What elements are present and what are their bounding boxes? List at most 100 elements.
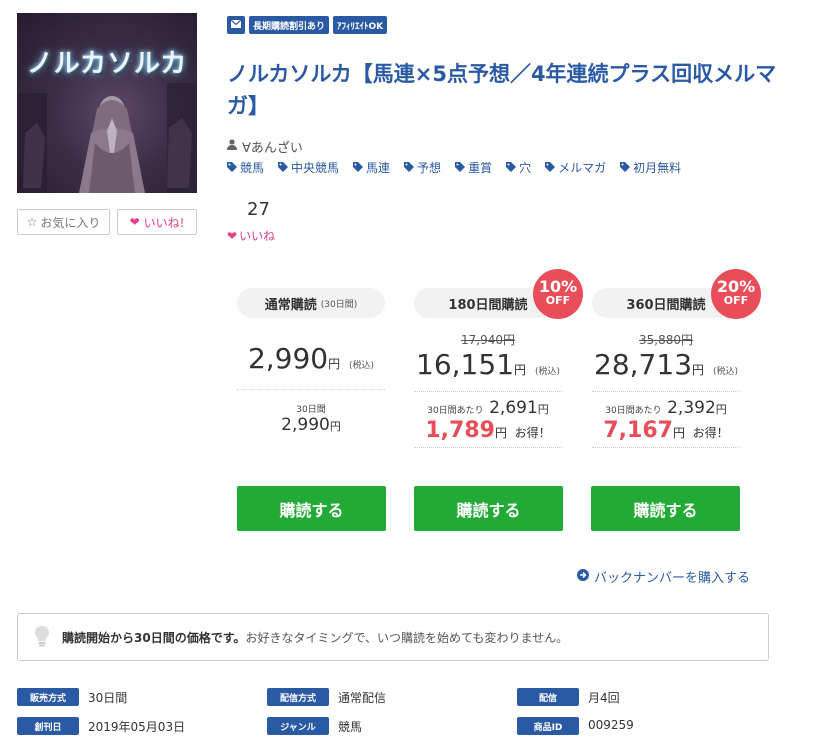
tag-item[interactable]: 初月無料: [620, 159, 681, 176]
tag-label[interactable]: 馬連: [366, 159, 390, 176]
meta-label-frequency: 配信: [517, 688, 579, 706]
yen-unit: 円: [329, 420, 341, 433]
tag-label[interactable]: 重賞: [468, 159, 492, 176]
tag-icon: [278, 161, 289, 175]
lightbulb-icon: [34, 625, 50, 650]
discount-badge-10: 10% OFF: [533, 269, 583, 319]
meta-value-product-id: 009259: [588, 718, 634, 732]
heart-icon: ❤: [227, 228, 238, 243]
per-period-price: 30日間あたり 2,691円: [414, 398, 562, 418]
notice-text: 購読開始から30日間の価格です。お好きなタイミングで、いつ購読を始めても変わりま…: [62, 629, 568, 646]
author-name[interactable]: ∀あんざい: [242, 137, 303, 156]
meta-value-delivery-method: 通常配信: [338, 691, 387, 705]
yen-unit: 円: [494, 426, 507, 440]
per-period-label: 30日間: [296, 405, 326, 415]
discount-percent: 20%: [716, 277, 756, 296]
tag-label[interactable]: 中央競馬: [291, 159, 339, 176]
plan-price: 28,713円 (税込): [592, 348, 740, 381]
discount-badge-20: 20% OFF: [711, 269, 761, 319]
meta-label-delivery-method: 配信方式: [267, 688, 329, 706]
meta-value-genre[interactable]: 競馬: [338, 718, 362, 735]
plan-price: 16,151円 (税込): [414, 348, 562, 381]
subscribe-button-180-days[interactable]: 購読する: [414, 486, 563, 531]
arrow-circle-right-icon: [577, 568, 589, 585]
mail-badge: [227, 16, 245, 34]
plan-period: (30日間): [320, 299, 358, 310]
notice-body: お好きなタイミングで、いつ購読を始めても変わりません。: [245, 630, 569, 645]
tax-note: (税込): [712, 367, 738, 377]
per-period-price: 30日間あたり 2,392円: [592, 398, 740, 418]
saving-value: 1,789: [425, 418, 495, 443]
back-number-link-text[interactable]: バックナンバーを購入する: [594, 567, 750, 586]
madonna-statue-illustration: [17, 83, 197, 193]
divider: [414, 447, 562, 448]
favorite-button[interactable]: ☆ お気に入り: [17, 209, 110, 235]
saving-value: 7,167: [603, 418, 673, 443]
saving-suffix: お得！: [692, 426, 729, 440]
subscribe-button-360-days[interactable]: 購読する: [591, 486, 740, 531]
divider: [592, 447, 740, 448]
plan-name-text: 通常購読: [264, 297, 317, 313]
per-period-price: 2,990円: [237, 415, 385, 435]
tag-item[interactable]: 馬連: [353, 159, 390, 176]
yen-unit: 円: [514, 363, 527, 377]
per-price-value: 2,392: [667, 398, 716, 418]
back-number-link[interactable]: バックナンバーを購入する: [577, 567, 750, 586]
discount-off-text: OFF: [723, 294, 749, 307]
plan-name: 通常購読 (30日間): [237, 288, 385, 318]
like-button-label: いいね!: [143, 215, 185, 230]
tag-label[interactable]: メルマガ: [558, 159, 606, 176]
meta-value-sales-method: 30日間: [88, 691, 128, 705]
tag-icon: [353, 161, 364, 175]
tag-icon: [404, 161, 415, 175]
original-price: 35,880円: [639, 333, 693, 347]
per-price-value: 2,691: [489, 398, 538, 418]
meta-value-frequency: 月4回: [588, 691, 620, 705]
tag-icon: [620, 161, 631, 175]
tag-icon: [506, 161, 517, 175]
tax-note: (税込): [534, 367, 560, 377]
saving-suffix: お得！: [514, 426, 551, 440]
tag-label[interactable]: 競馬: [240, 159, 264, 176]
badge-row: 長期購読割引あり ｱﾌｨﾘｴｲﾄOK: [227, 16, 388, 34]
like-button[interactable]: ❤ いいね!: [117, 209, 197, 235]
magazine-title: ノルカソルカ【馬連×5点予想／4年連続プラス回収メルマガ】: [227, 62, 777, 118]
saving-amount: 7,167円 お得！: [592, 418, 740, 443]
meta-label-launch-date: 創刊日: [17, 717, 79, 735]
yen-unit: 円: [537, 403, 549, 416]
affiliate-badge: ｱﾌｨﾘｴｲﾄOK: [333, 16, 388, 34]
price-value: 16,151: [416, 348, 515, 381]
per-period-label: 30日間あたり: [605, 406, 662, 416]
tag-item[interactable]: 中央競馬: [278, 159, 339, 176]
tag-icon: [455, 161, 466, 175]
notice-bold: 購読開始から30日間の価格です。: [62, 630, 246, 645]
divider: [414, 391, 562, 392]
discount-off-text: OFF: [545, 294, 571, 307]
favorite-button-label: お気に入り: [40, 215, 101, 230]
tag-item[interactable]: 重賞: [455, 159, 492, 176]
tag-label[interactable]: 初月無料: [633, 159, 681, 176]
author[interactable]: ∀あんざい: [227, 137, 303, 156]
original-price: 17,940円: [461, 333, 515, 347]
tag-item[interactable]: 予想: [404, 159, 441, 176]
per-period-label: 30日間あたり: [427, 406, 484, 416]
tag-icon: [227, 161, 237, 175]
subscribe-button-standard[interactable]: 購読する: [237, 486, 386, 531]
meta-label-genre: ジャンル: [267, 717, 329, 735]
tag-item[interactable]: 競馬: [227, 159, 264, 176]
plan-standard: 通常購読 (30日間) 2,990円 (税込) 30日間 2,990円: [237, 288, 385, 435]
price-notice: 購読開始から30日間の価格です。お好きなタイミングで、いつ購読を始めても変わりま…: [17, 613, 769, 661]
discount-percent: 10%: [538, 277, 578, 296]
tag-label[interactable]: 予想: [417, 159, 441, 176]
mail-icon: [230, 19, 242, 31]
long-term-discount-badge: 長期購読割引あり: [249, 16, 330, 34]
tag-item[interactable]: 穴: [506, 159, 531, 176]
meta-label-product-id: 商品ID: [517, 717, 579, 735]
star-icon: ☆: [26, 215, 38, 229]
tag-label[interactable]: 穴: [519, 159, 531, 176]
saving-amount: 1,789円 お得！: [414, 418, 562, 443]
per-price-value: 2,990: [281, 415, 330, 435]
price-value: 2,990: [247, 342, 329, 375]
like-count: 27: [247, 199, 270, 220]
tag-item[interactable]: メルマガ: [545, 159, 606, 176]
